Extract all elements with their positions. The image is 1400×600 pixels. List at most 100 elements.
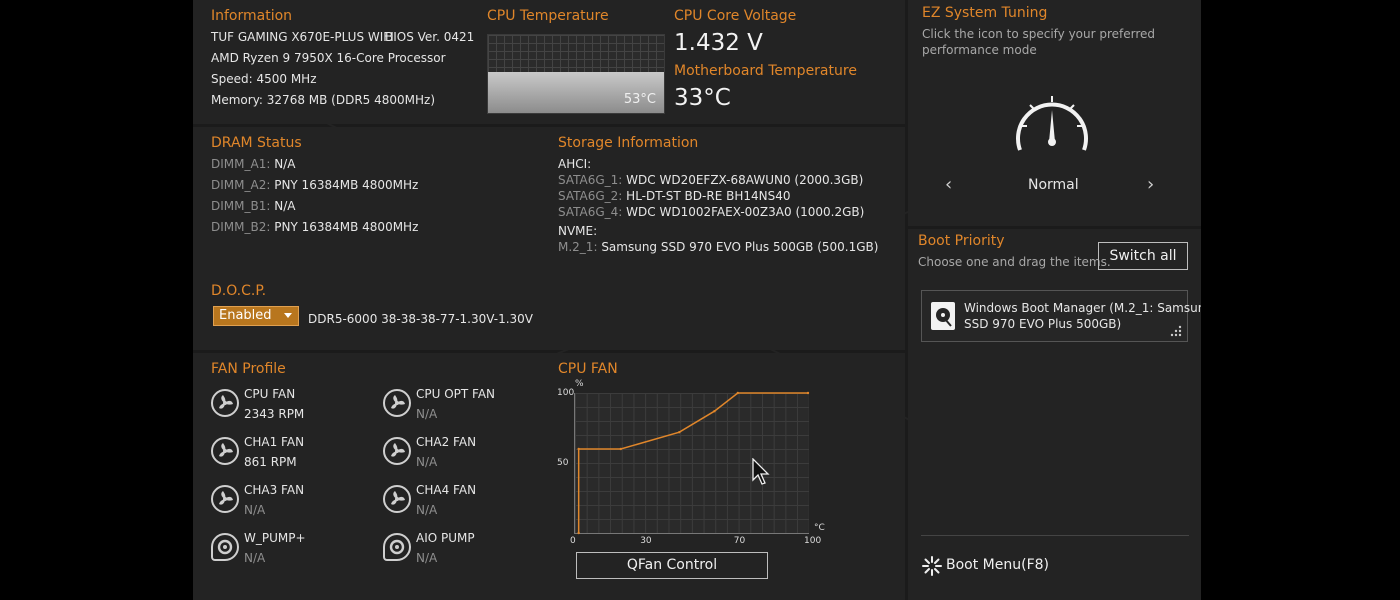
fan-curve-point[interactable] (736, 391, 739, 395)
gauge-icon[interactable] (1012, 90, 1092, 156)
fan-value: 2343 RPM (244, 407, 305, 421)
docp-dropdown[interactable]: Enabled (213, 306, 299, 326)
fan-name: CHA1 FAN (244, 435, 305, 449)
cpu-core-voltage-value: 1.432 V (674, 30, 763, 56)
fan-name: CPU OPT FAN (416, 387, 496, 401)
boot-item[interactable]: Windows Boot Manager (M.2_1: Samsung SSD… (921, 290, 1201, 342)
storage-row: SATA6G_1: WDC WD20EFZX-68AWUN0 (2000.3GB… (558, 173, 863, 187)
fan-curve-point[interactable] (619, 447, 622, 451)
fan-icon (383, 485, 411, 513)
boot-menu-label: Boot Menu(F8) (946, 557, 1049, 573)
bios-version: BIOS Ver. 0421 (385, 30, 475, 44)
boot-priority-panel (908, 229, 1201, 600)
dimm-label: DIMM_A1: (211, 157, 271, 171)
fan-icon (211, 485, 239, 513)
storage-port: M.2_1: (558, 240, 598, 254)
boot-item-name: Windows Boot Manager (M.2_1: Samsung (964, 301, 1201, 315)
cpu-name: AMD Ryzen 9 7950X 16-Core Processor (211, 51, 446, 65)
cpu-speed: Speed: 4500 MHz (211, 72, 317, 86)
pump-icon (383, 533, 411, 561)
docp-selected: Enabled (219, 308, 272, 323)
cpu-fan-chart-title: CPU FAN (558, 361, 618, 377)
ez-tuning-title: EZ System Tuning (922, 5, 1048, 21)
docp-profile: DDR5-6000 38-38-38-77-1.30V-1.30V (308, 312, 534, 326)
fan-icon (383, 437, 411, 465)
dimm-row: DIMM_A2: PNY 16384MB 4800MHz (211, 178, 418, 192)
fan-curve-point[interactable] (577, 447, 580, 451)
cpu-temperature-title: CPU Temperature (487, 8, 609, 24)
drag-handle-icon[interactable] (1170, 325, 1182, 337)
y-tick-label: 100 (557, 388, 575, 398)
fan-curve-point[interactable] (713, 410, 716, 413)
fan-curve-point[interactable] (806, 391, 810, 395)
x-tick-label: 100 (804, 536, 822, 546)
dram-status-title: DRAM Status (211, 135, 302, 151)
bios-ez-mode: Information TUF GAMING X670E-PLUS WIFI B… (193, 0, 1201, 600)
fan-value: N/A (416, 407, 438, 421)
fan-value: N/A (244, 551, 266, 565)
dimm-value: N/A (274, 157, 296, 171)
chevron-down-icon (284, 313, 292, 318)
previous-mode-button[interactable]: ‹ (945, 174, 952, 195)
nvme-label: NVME: (558, 224, 598, 238)
cpu-core-voltage-title: CPU Core Voltage (674, 8, 797, 24)
star-icon (922, 556, 942, 576)
x-tick-label: 0 (570, 536, 576, 546)
cpu-fan-curve-chart[interactable] (574, 391, 810, 535)
fan-value: N/A (416, 455, 438, 469)
fan-value: N/A (244, 503, 266, 517)
fan-curve-point[interactable] (678, 431, 681, 434)
dimm-label: DIMM_A2: (211, 178, 271, 192)
ez-tuning-desc: performance mode (922, 43, 1037, 57)
motherboard-temperature-title: Motherboard Temperature (674, 63, 857, 79)
fan-icon (211, 437, 239, 465)
pump-icon (211, 533, 239, 561)
fan-name: CHA4 FAN (416, 483, 477, 497)
fan-curve-point[interactable] (577, 531, 580, 535)
boot-priority-desc: Choose one and drag the items. (918, 255, 1111, 269)
dimm-row: DIMM_A1: N/A (211, 157, 295, 171)
tuning-mode: Normal (1028, 177, 1079, 193)
cpu-temperature-graph: 53°C (487, 34, 665, 114)
fan-name: AIO PUMP (416, 531, 475, 545)
storage-device: Samsung SSD 970 EVO Plus 500GB (500.1GB) (601, 240, 879, 254)
storage-device: HL-DT-ST BD-RE BH14NS40 (626, 189, 791, 203)
board-name: TUF GAMING X670E-PLUS WIFI (211, 30, 394, 44)
fan-curve-line (577, 392, 808, 533)
dimm-row: DIMM_B2: PNY 16384MB 4800MHz (211, 220, 418, 234)
storage-port: SATA6G_1: (558, 173, 623, 187)
storage-port: SATA6G_2: (558, 189, 623, 203)
dimm-row: DIMM_B1: N/A (211, 199, 295, 213)
storage-row: SATA6G_2: HL-DT-ST BD-RE BH14NS40 (558, 189, 791, 203)
docp-title: D.O.C.P. (211, 283, 267, 299)
fan-name: CHA2 FAN (416, 435, 477, 449)
x-tick-label: 30 (640, 536, 652, 546)
divider (921, 535, 1189, 536)
storage-port: SATA6G_4: (558, 205, 623, 219)
memory-info: Memory: 32768 MB (DDR5 4800MHz) (211, 93, 436, 107)
qfan-control-button[interactable]: QFan Control (576, 552, 768, 579)
mouse-cursor-icon (752, 458, 770, 485)
boot-priority-title: Boot Priority (918, 233, 1005, 249)
information-title: Information (211, 8, 293, 24)
fan-name: CHA3 FAN (244, 483, 305, 497)
motherboard-temperature-value: 33°C (674, 85, 731, 111)
y-axis-label: % (575, 379, 584, 389)
y-tick-label: 50 (557, 458, 569, 468)
switch-all-button[interactable]: Switch all (1098, 242, 1188, 270)
boot-item-name: SSD 970 EVO Plus 500GB) (964, 317, 1122, 331)
next-mode-button[interactable]: › (1147, 174, 1154, 195)
cpu-temperature-value: 53°C (623, 92, 656, 107)
dimm-value: PNY 16384MB 4800MHz (274, 220, 419, 234)
x-axis-label: °C (814, 523, 825, 533)
fan-value: N/A (416, 503, 438, 517)
fan-icon (383, 389, 411, 417)
fan-name: W_PUMP+ (244, 531, 306, 545)
ez-tuning-desc: Click the icon to specify your preferred (922, 27, 1156, 41)
memory-storage-panel (193, 127, 905, 350)
dimm-label: DIMM_B1: (211, 199, 271, 213)
fan-curve-svg (577, 391, 810, 535)
ahci-label: AHCI: (558, 157, 592, 171)
disk-icon (931, 302, 955, 330)
fan-value: 861 RPM (244, 455, 297, 469)
